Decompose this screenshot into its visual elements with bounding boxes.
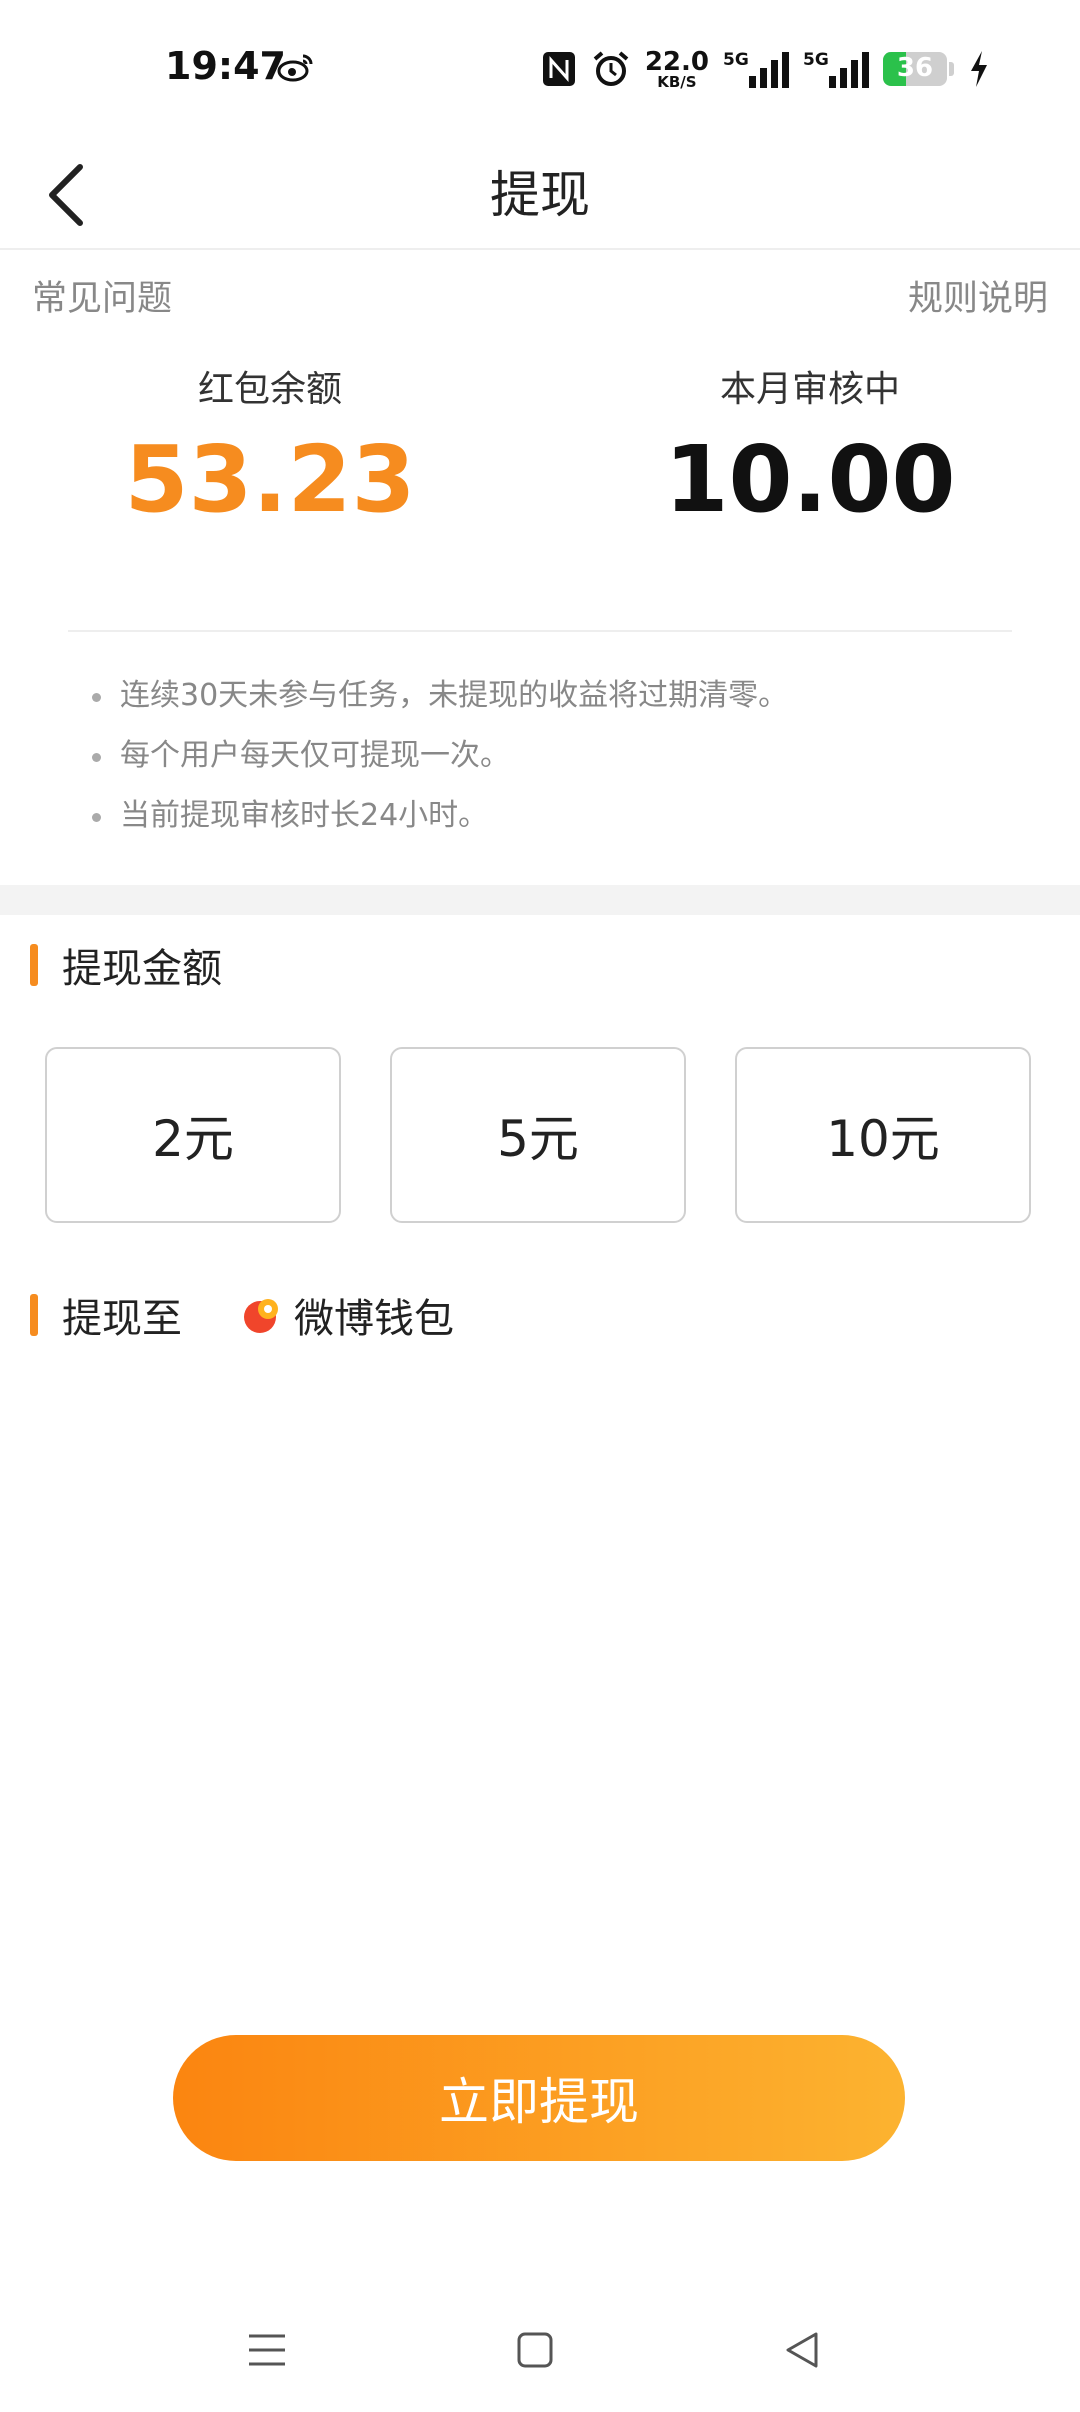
menu-icon xyxy=(249,2334,285,2366)
withdraw-button[interactable]: 立即提现 xyxy=(173,2035,905,2161)
page-title: 提现 xyxy=(490,166,590,224)
destination-section-title: 提现至 xyxy=(62,1296,182,1342)
status-bar: 19:47 22.0 KB/S 5G 5G 36 xyxy=(0,0,1080,140)
alarm-icon xyxy=(593,51,629,86)
note-item: 连续30天未参与任务，未提现的收益将过期清零。 xyxy=(92,672,788,732)
home-square-icon xyxy=(517,2332,553,2368)
weibo-wallet-label: 微博钱包 xyxy=(294,1296,454,1342)
redpacket-balance-value: 53.23 xyxy=(124,426,416,533)
weibo-wallet-icon xyxy=(244,1299,278,1333)
amount-section-header: 提现金额 xyxy=(30,940,222,992)
menu-button[interactable] xyxy=(237,2320,297,2380)
charging-icon xyxy=(971,51,987,87)
accent-bar xyxy=(30,944,38,986)
note-item: 每个用户每天仅可提现一次。 xyxy=(92,732,788,792)
battery-cap xyxy=(949,62,954,76)
amount-option-5[interactable]: 5元 xyxy=(390,1047,686,1223)
weibo-icon xyxy=(277,54,313,82)
help-links: 常见问题 规则说明 xyxy=(0,270,1080,330)
bullet-icon xyxy=(92,753,101,762)
notes-list: 连续30天未参与任务，未提现的收益将过期清零。 每个用户每天仅可提现一次。 当前… xyxy=(92,672,788,852)
signal-icon-1: 5G xyxy=(723,50,789,88)
amount-options: 2元 5元 10元 xyxy=(45,1047,1035,1227)
status-time: 19:47 xyxy=(165,44,286,88)
review-amount: 本月审核中 10.00 xyxy=(610,360,1010,526)
note-text: 每个用户每天仅可提现一次。 xyxy=(120,738,510,773)
amount-option-2[interactable]: 2元 xyxy=(45,1047,341,1223)
signal-type-label: 5G xyxy=(803,50,829,70)
status-icons: 22.0 KB/S 5G 5G 36 xyxy=(541,44,990,94)
rules-link[interactable]: 规则说明 xyxy=(908,270,1048,321)
section-separator xyxy=(0,885,1080,915)
redpacket-balance: 红包余额 53.23 xyxy=(70,360,470,526)
review-amount-label: 本月审核中 xyxy=(719,369,900,410)
signal-type-label: 5G xyxy=(723,50,749,70)
accent-bar xyxy=(30,1294,38,1336)
back-nav-button[interactable] xyxy=(772,2320,832,2380)
network-speed-value: 22.0 xyxy=(644,46,709,77)
signal-icon-2: 5G xyxy=(803,50,869,88)
network-speed-unit: KB/S xyxy=(657,72,697,91)
network-speed: 22.0 KB/S xyxy=(645,49,709,90)
redpacket-balance-label: 红包余额 xyxy=(197,369,342,410)
divider xyxy=(68,630,1012,632)
weibo-wallet[interactable]: 微博钱包 xyxy=(242,1286,454,1344)
destination-section-header: 提现至 微博钱包 xyxy=(30,1290,454,1342)
amount-section-title: 提现金额 xyxy=(62,946,222,992)
review-amount-value: 10.00 xyxy=(664,426,956,533)
bullet-icon xyxy=(92,693,101,702)
home-button[interactable] xyxy=(505,2320,565,2380)
battery-percent: 36 xyxy=(896,53,934,83)
faq-link[interactable]: 常见问题 xyxy=(32,270,172,321)
note-text: 连续30天未参与任务，未提现的收益将过期清零。 xyxy=(120,678,789,713)
note-item: 当前提现审核时长24小时。 xyxy=(92,792,788,852)
note-text: 当前提现审核时长24小时。 xyxy=(120,798,489,833)
nav-bar: 提现 xyxy=(0,140,1080,250)
nfc-icon xyxy=(542,52,575,86)
system-nav-bar xyxy=(0,2300,1080,2400)
back-triangle-icon xyxy=(786,2332,818,2368)
bullet-icon xyxy=(92,813,101,822)
battery-icon: 36 xyxy=(883,52,947,86)
amount-option-10[interactable]: 10元 xyxy=(735,1047,1031,1223)
